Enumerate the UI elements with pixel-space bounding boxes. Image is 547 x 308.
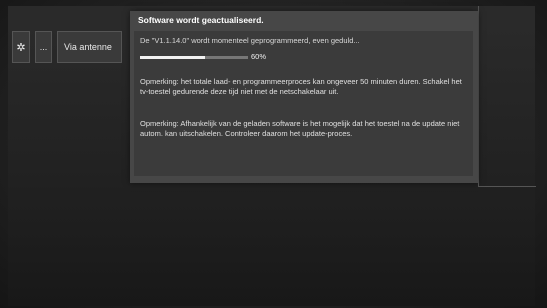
update-status-text: De "V1.1.14.0" wordt momenteel geprogram…: [140, 36, 360, 45]
settings-button[interactable]: ✲: [12, 31, 30, 63]
progress-bar-fill: [140, 56, 205, 59]
note-duration: Opmerking: het totale laad- en programme…: [140, 77, 462, 96]
source-via-antenne-button[interactable]: Via antenne: [57, 31, 122, 63]
more-options-button[interactable]: ...: [35, 31, 52, 63]
dialog-title: Software wordt geactualiseerd.: [138, 15, 264, 25]
gear-icon: ✲: [16, 41, 26, 54]
right-panel-frame: [478, 6, 536, 187]
software-update-dialog: Software wordt geactualiseerd. De "V1.1.…: [130, 11, 478, 183]
source-label: Via antenne: [64, 42, 112, 52]
progress-bar: [140, 56, 248, 59]
more-label: ...: [39, 42, 48, 52]
dialog-content: De "V1.1.14.0" wordt momenteel geprogram…: [134, 31, 473, 176]
progress-percentage: 60%: [251, 52, 267, 61]
note-auto-off: Opmerking: Afhankelijk van de geladen so…: [140, 119, 460, 138]
